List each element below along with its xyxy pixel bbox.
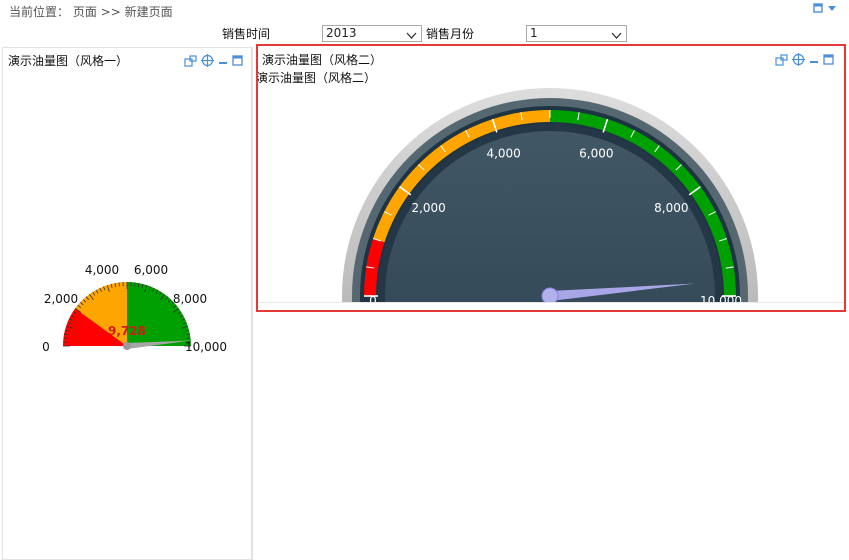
gauge-tick-label: 2,000 <box>44 292 78 306</box>
gauge-panel-style-1: 演示油量图（风格一） 0 2,000 4,000 6,000 8,000 10,000 9,… <box>2 47 252 560</box>
breadcrumb-path[interactable]: 页面 >> 新建页面 <box>73 5 173 19</box>
chevron-down-icon <box>611 29 622 44</box>
gauge-needle-hub <box>123 342 131 350</box>
gauge-value-label: 9,728 <box>108 324 146 338</box>
restore-window-icon[interactable] <box>813 2 823 16</box>
gauge-tick-label: 0 <box>42 340 50 354</box>
sales-month-value: 1 <box>530 26 538 40</box>
gauge-tick-label: 4,000 <box>85 263 119 277</box>
sales-year-select[interactable]: 2013 <box>322 25 422 42</box>
sales-year-label: 销售时间 <box>222 27 271 41</box>
chevron-down-icon <box>406 29 417 44</box>
filter-bar: 销售时间 2013 销售月份 1 <box>0 24 849 44</box>
selection-highlight <box>256 44 846 312</box>
gauge-tick-label: 6,000 <box>134 263 168 277</box>
gauge-tick <box>118 282 120 287</box>
gauge-chart-style-1: 0 2,000 4,000 6,000 8,000 10,000 9,728 <box>42 263 227 354</box>
sales-year-value: 2013 <box>326 26 357 40</box>
gauge-tick-label: 8,000 <box>173 292 207 306</box>
sales-month-label: 销售月份 <box>426 27 475 41</box>
page-toolbar <box>813 2 837 16</box>
dropdown-arrow-icon[interactable] <box>827 2 837 16</box>
gauge-tick <box>63 337 68 339</box>
gauge-tick <box>134 282 136 287</box>
sales-month-select[interactable]: 1 <box>526 25 627 42</box>
breadcrumb: 当前位置： 页面 >> 新建页面 <box>9 3 173 20</box>
gauge-tick <box>186 337 191 339</box>
breadcrumb-prefix: 当前位置： <box>9 5 70 19</box>
gauge-tick-label: 10,000 <box>185 340 227 354</box>
